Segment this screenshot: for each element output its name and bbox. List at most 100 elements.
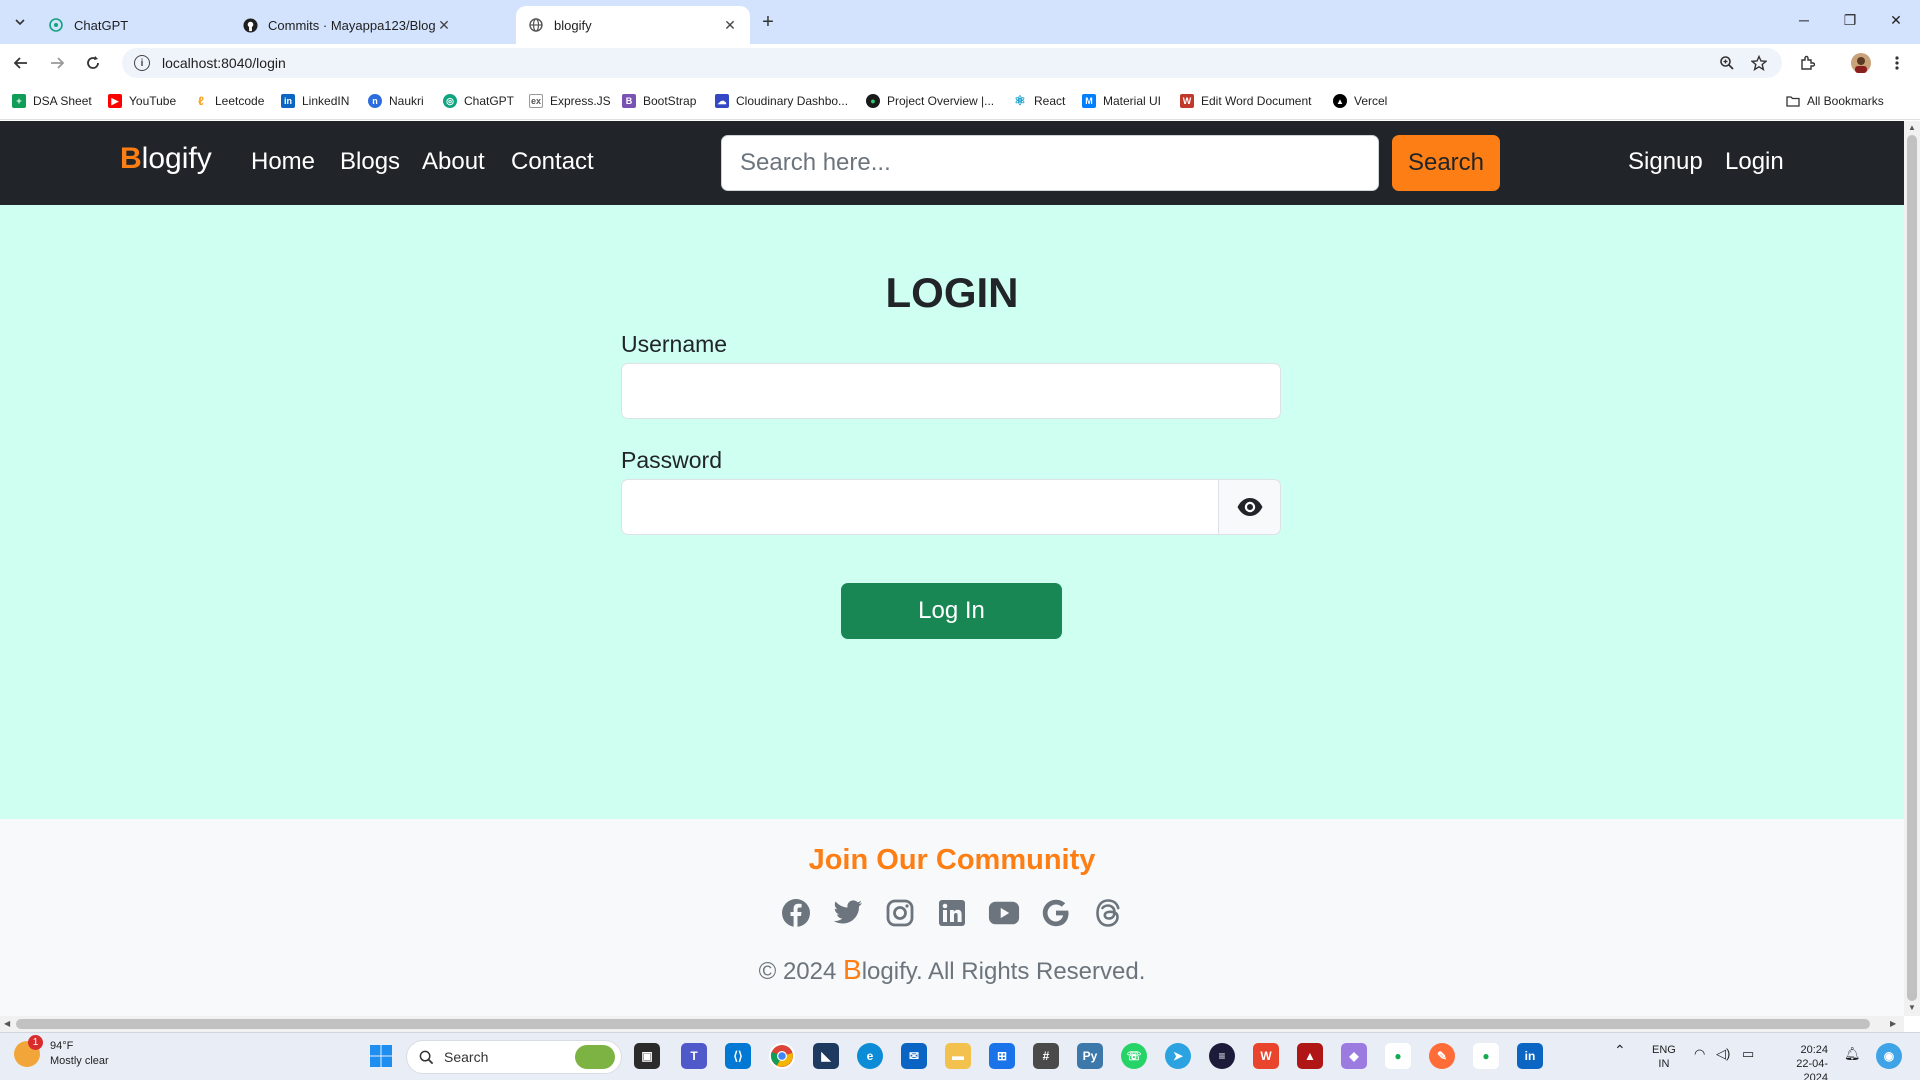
- tab-search-button[interactable]: [8, 10, 32, 34]
- whatsapp-icon[interactable]: ☏: [1121, 1043, 1147, 1069]
- chevron-up-icon[interactable]: ⌃: [1614, 1043, 1626, 1057]
- close-icon[interactable]: ✕: [436, 17, 452, 33]
- zoom-icon[interactable]: [1716, 52, 1738, 74]
- eclipse-icon[interactable]: ≡: [1209, 1043, 1235, 1069]
- wps-office-icon[interactable]: W: [1253, 1043, 1279, 1069]
- profile-avatar[interactable]: [1850, 52, 1872, 74]
- arrow-right-icon: [51, 57, 65, 69]
- tab-github-commits[interactable]: Commits · Mayappa123/Blogif ✕: [230, 6, 464, 44]
- edge-icon[interactable]: e: [857, 1043, 883, 1069]
- bookmark-edit-word[interactable]: W Edit Word Document: [1180, 91, 1312, 111]
- scroll-up-arrow-icon[interactable]: ▲: [1908, 123, 1916, 132]
- weather-widget[interactable]: 1 94°F Mostly clear: [14, 1035, 109, 1069]
- toggle-password-button[interactable]: [1218, 479, 1281, 535]
- horizontal-scrollbar[interactable]: ◀ ▶: [0, 1016, 1904, 1032]
- close-icon[interactable]: ✕: [722, 17, 738, 33]
- address-bar[interactable]: i localhost:8040/login: [122, 48, 1782, 78]
- language-indicator[interactable]: ENG IN: [1652, 1043, 1676, 1071]
- site-info-icon[interactable]: i: [134, 55, 150, 71]
- vercel-icon: ▲: [1333, 94, 1347, 108]
- bookmark-bootstrap[interactable]: B BootStrap: [622, 91, 696, 111]
- nav-contact[interactable]: Contact: [511, 148, 594, 176]
- vscode-icon[interactable]: ⟨⟩: [725, 1043, 751, 1069]
- bookmark-youtube[interactable]: ▶ YouTube: [108, 91, 176, 111]
- bookmark-leetcode[interactable]: ℓ Leetcode: [194, 91, 264, 111]
- minimize-button[interactable]: ─: [1784, 8, 1824, 32]
- nav-signup[interactable]: Signup: [1628, 148, 1703, 176]
- search-button[interactable]: Search: [1392, 135, 1500, 191]
- facebook-icon[interactable]: [780, 897, 812, 929]
- wifi-icon[interactable]: ◠: [1694, 1047, 1705, 1061]
- chrome-icon[interactable]: [769, 1043, 795, 1069]
- tab-blogify[interactable]: blogify ✕: [516, 6, 750, 44]
- python-icon[interactable]: Py: [1077, 1043, 1103, 1069]
- new-tab-button[interactable]: +: [756, 10, 780, 34]
- bookmark-project-overview[interactable]: ● Project Overview |...: [866, 91, 994, 111]
- scrollbar-thumb[interactable]: [16, 1019, 1870, 1029]
- task-view-icon[interactable]: ▣: [634, 1043, 660, 1069]
- menu-kebab-icon[interactable]: [1886, 52, 1908, 74]
- login-button[interactable]: Log In: [841, 583, 1062, 639]
- all-bookmarks-folder[interactable]: All Bookmarks: [1786, 91, 1884, 111]
- weather-sun-icon: 1: [14, 1035, 43, 1067]
- volume-icon[interactable]: ◁): [1716, 1047, 1730, 1061]
- nav-home[interactable]: Home: [251, 148, 315, 176]
- gemini-icon[interactable]: ◆: [1341, 1043, 1367, 1069]
- postman-icon[interactable]: ✎: [1429, 1043, 1455, 1069]
- mail-icon[interactable]: ✉: [901, 1043, 927, 1069]
- linkedin-app-icon[interactable]: in: [1517, 1043, 1543, 1069]
- bookmark-cloudinary[interactable]: ☁ Cloudinary Dashbo...: [715, 91, 848, 111]
- clock[interactable]: 20:24 22-04-2024: [1778, 1043, 1828, 1080]
- mysql-icon[interactable]: ▲: [1297, 1043, 1323, 1069]
- threads-icon[interactable]: [1092, 897, 1124, 929]
- back-button[interactable]: [8, 50, 34, 76]
- bookmark-star-icon[interactable]: [1748, 52, 1770, 74]
- cloudinary-icon: ☁: [715, 94, 729, 108]
- nav-login[interactable]: Login: [1725, 148, 1784, 176]
- site-navbar: Blogify Home Blogs About Contact Search …: [0, 121, 1904, 205]
- bookmark-linkedin[interactable]: in LinkedIN: [281, 91, 349, 111]
- password-field[interactable]: [621, 479, 1219, 535]
- linkedin-icon[interactable]: [936, 897, 968, 929]
- scroll-right-arrow-icon[interactable]: ▶: [1890, 1019, 1896, 1028]
- store-icon[interactable]: ⊞: [989, 1043, 1015, 1069]
- notification-badge: 1: [28, 1035, 43, 1050]
- mongodb-icon[interactable]: ●: [1473, 1043, 1499, 1069]
- close-window-button[interactable]: ✕: [1876, 8, 1916, 32]
- brand-logo[interactable]: Blogify: [120, 142, 212, 176]
- reload-button[interactable]: [80, 50, 106, 76]
- extensions-icon[interactable]: [1796, 52, 1818, 74]
- scroll-left-arrow-icon[interactable]: ◀: [4, 1019, 10, 1028]
- copilot-icon[interactable]: ◉: [1876, 1043, 1902, 1069]
- restore-button[interactable]: ❐: [1830, 8, 1870, 32]
- app-icon[interactable]: ◣: [813, 1043, 839, 1069]
- telegram-icon[interactable]: ➤: [1165, 1043, 1191, 1069]
- bookmark-vercel[interactable]: ▲ Vercel: [1333, 91, 1387, 111]
- instagram-icon[interactable]: [884, 897, 916, 929]
- nav-about[interactable]: About: [422, 148, 485, 176]
- bookmark-react[interactable]: ⚛ React: [1013, 91, 1065, 111]
- twitter-icon[interactable]: [832, 897, 864, 929]
- nav-blogs[interactable]: Blogs: [340, 148, 400, 176]
- username-field[interactable]: [621, 363, 1281, 419]
- bookmark-dsa-sheet[interactable]: + DSA Sheet: [12, 91, 92, 111]
- file-explorer-icon[interactable]: ▬: [945, 1043, 971, 1069]
- vertical-scrollbar[interactable]: ▲ ▼: [1904, 121, 1920, 1016]
- google-icon[interactable]: [1040, 897, 1072, 929]
- forward-button[interactable]: [44, 50, 70, 76]
- bookmark-expressjs[interactable]: ex Express.JS: [529, 91, 611, 111]
- bookmark-chatgpt[interactable]: ◎ ChatGPT: [443, 91, 514, 111]
- scroll-down-arrow-icon[interactable]: ▼: [1908, 1003, 1916, 1012]
- battery-icon[interactable]: ▭: [1742, 1047, 1754, 1061]
- bell-icon[interactable]: 🔔︎: [1844, 1047, 1861, 1061]
- bookmark-naukri[interactable]: n Naukri: [368, 91, 424, 111]
- teams-icon[interactable]: T: [681, 1043, 707, 1069]
- search-input[interactable]: [721, 135, 1379, 191]
- windows-start-icon[interactable]: [368, 1043, 394, 1069]
- mongodb-compass-icon[interactable]: ●: [1385, 1043, 1411, 1069]
- calculator-icon[interactable]: #: [1033, 1043, 1059, 1069]
- scrollbar-thumb[interactable]: [1907, 135, 1917, 1001]
- youtube-icon[interactable]: [988, 897, 1020, 929]
- bookmark-material-ui[interactable]: M Material UI: [1082, 91, 1161, 111]
- taskbar-search[interactable]: Search: [406, 1040, 622, 1074]
